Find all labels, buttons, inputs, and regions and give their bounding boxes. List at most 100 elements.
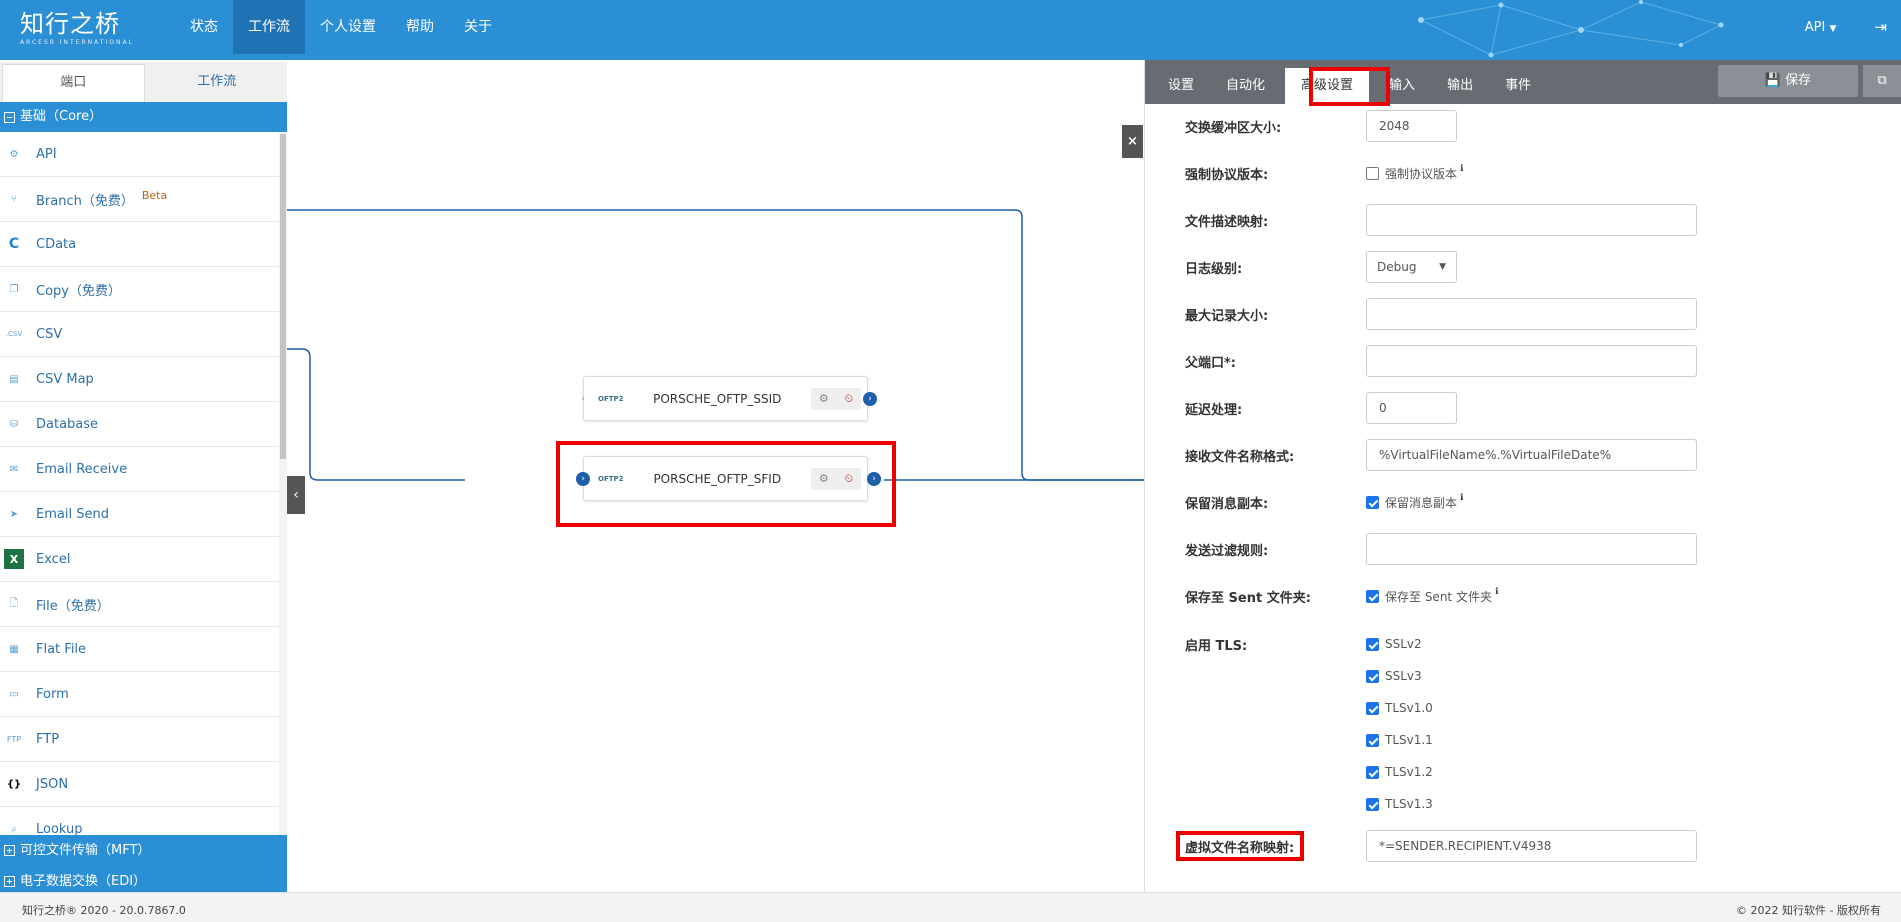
connector-cdata[interactable]: C CData	[0, 222, 279, 267]
footer-copyright: © 2022 知行软件 - 版权所有	[1736, 904, 1881, 917]
connector-label: Email Receive	[36, 461, 128, 477]
row-recv-name-fmt: 接收文件名称格式: %VirtualFileName%.%VirtualFile…	[1145, 435, 1901, 475]
connector-branch[interactable]: ⑂ Branch（免费） Beta	[0, 177, 279, 222]
row-save-sent: 保存至 Sent 文件夹: 保存至 Sent 文件夹 ℹ	[1145, 576, 1901, 616]
tab-workflows[interactable]: 工作流	[147, 62, 288, 102]
row-keep-copy: 保留消息副本: 保留消息副本 ℹ	[1145, 482, 1901, 522]
send-filter-input[interactable]	[1366, 533, 1697, 565]
tab-ports[interactable]: 端口	[2, 64, 145, 102]
tls-v11-checkbox[interactable]	[1366, 733, 1379, 747]
file-desc-map-input[interactable]	[1366, 204, 1697, 236]
connector-lookup[interactable]: ⌕ Lookup	[0, 807, 279, 836]
workflow-canvas[interactable]: OFTP2 PORSCHE_OFTP_SSID ⚙ ⏲ › › OFTP2 PO…	[287, 62, 1144, 892]
force-protocol-checkbox[interactable]	[1366, 166, 1379, 180]
parent-port-input[interactable]	[1366, 345, 1697, 377]
nav-profile[interactable]: 个人设置	[305, 0, 391, 54]
collapse-sidebar-button[interactable]: ‹	[287, 476, 305, 514]
virtual-name-map-input[interactable]: *=SENDER.RECIPIENT.V4938	[1366, 830, 1697, 862]
connector-database[interactable]: ⛁ Database	[0, 402, 279, 447]
checkbox-label: 强制协议版本	[1385, 166, 1458, 181]
tls-sslv2-checkbox[interactable]	[1366, 637, 1379, 651]
top-right-controls: API ▼ ⇥	[1805, 0, 1901, 54]
brand-logo[interactable]: 知行之桥 ARCESB INTERNATIONAL	[20, 10, 134, 46]
cdata-icon: C	[8, 236, 20, 252]
info-icon[interactable]: ℹ	[1495, 587, 1498, 597]
tls-sslv3-checkbox[interactable]	[1366, 669, 1379, 683]
connector-flat-file[interactable]: ▦ Flat File	[0, 627, 279, 672]
delay-input[interactable]: 0	[1366, 392, 1457, 424]
connector-excel[interactable]: X Excel	[0, 537, 279, 582]
save-sent-checkbox[interactable]	[1366, 589, 1379, 603]
node-actions: ⚙ ⏲	[811, 387, 861, 410]
row-force-protocol: 强制协议版本: 强制协议版本 ℹ	[1145, 153, 1901, 193]
selected-value: Debug	[1377, 260, 1417, 274]
user-menu[interactable]: API ▼	[1805, 20, 1837, 35]
connector-label: Excel	[36, 551, 71, 567]
connector-csv[interactable]: .CSV CSV	[0, 312, 279, 357]
max-record-input[interactable]	[1366, 298, 1697, 330]
connector-label: JSON	[36, 776, 69, 792]
connector-email-receive[interactable]: ✉ Email Receive	[0, 447, 279, 492]
branch-icon: ⑂	[11, 193, 17, 205]
caret-down-icon: ▼	[1829, 23, 1837, 34]
footer: 知行之桥® 2020 - 20.0.7867.0 © 2022 知行软件 - 版…	[0, 892, 1901, 922]
group-mft-label: 可控文件传输（MFT）	[20, 842, 151, 858]
workflow-node-ssid[interactable]: OFTP2 PORSCHE_OFTP_SSID ⚙ ⏲	[583, 376, 868, 421]
connector-copy[interactable]: ❐ Copy（免费）	[0, 267, 279, 312]
connector-api[interactable]: ⚙ API	[0, 132, 279, 177]
panel-tabs: 设置 自动化 高级设置 输入 输出 事件 💾 保存 ⧉	[1145, 60, 1901, 104]
info-icon[interactable]: ℹ	[1460, 493, 1463, 503]
logout-icon[interactable]: ⇥	[1874, 18, 1887, 36]
nav-about[interactable]: 关于	[449, 0, 507, 54]
user-menu-label: API	[1804, 19, 1826, 35]
tls-v13-checkbox[interactable]	[1366, 797, 1379, 811]
recv-name-fmt-input[interactable]: %VirtualFileName%.%VirtualFileDate%	[1366, 439, 1697, 471]
chevron-down-icon: ▼	[1439, 262, 1446, 272]
group-core-header[interactable]: 基础（Core）	[0, 102, 287, 132]
save-button[interactable]: 💾 保存	[1718, 65, 1858, 97]
input-port-ghost: ›	[581, 394, 585, 404]
keep-copy-checkbox[interactable]	[1366, 495, 1379, 509]
connector-ftp[interactable]: FTP FTP	[0, 717, 279, 762]
connector-label: Copy（免费）	[36, 283, 121, 299]
checkbox-label: TLSv1.1	[1385, 733, 1433, 747]
connector-json[interactable]: {} JSON	[0, 762, 279, 807]
log-level-select[interactable]: Debug ▼	[1366, 251, 1457, 283]
row-log-level: 日志级别: Debug ▼	[1145, 247, 1901, 287]
connector-csv-map[interactable]: ▤ CSV Map	[0, 357, 279, 402]
close-panel-button[interactable]: ×	[1122, 125, 1143, 158]
checkbox-label: TLSv1.0	[1385, 701, 1433, 715]
connector-label: Email Send	[36, 506, 109, 522]
connector-file[interactable]: 🗋 File（免费）	[0, 582, 279, 627]
tab-output[interactable]: 输出	[1431, 68, 1489, 104]
nav-help[interactable]: 帮助	[391, 0, 449, 54]
nav-status[interactable]: 状态	[175, 0, 233, 54]
buffer-size-input[interactable]: 2048	[1366, 110, 1457, 142]
nav-workflow[interactable]: 工作流	[233, 0, 305, 54]
info-icon[interactable]: ℹ	[1460, 164, 1463, 174]
field-label: 交换缓冲区大小:	[1185, 120, 1282, 136]
connector-label: CSV	[36, 326, 63, 342]
tab-events[interactable]: 事件	[1489, 68, 1547, 104]
field-label: 接收文件名称格式:	[1185, 449, 1295, 465]
main-nav: 状态 工作流 个人设置 帮助 关于	[175, 0, 507, 60]
csv-map-icon: ▤	[9, 373, 19, 385]
row-tls-v13: TLSv1.3	[1145, 784, 1901, 824]
connector-email-send[interactable]: ➤ Email Send	[0, 492, 279, 537]
tls-v10-checkbox[interactable]	[1366, 701, 1379, 715]
network-decoration	[1418, 0, 1724, 58]
gear-icon[interactable]: ⚙	[819, 392, 829, 405]
group-mft-header[interactable]: 可控文件传输（MFT）	[0, 835, 287, 866]
connector-form[interactable]: ▭ Form	[0, 672, 279, 717]
open-external-button[interactable]: ⧉	[1863, 65, 1901, 97]
tab-settings[interactable]: 设置	[1152, 68, 1210, 104]
tab-automation[interactable]: 自动化	[1210, 68, 1281, 104]
tls-v12-checkbox[interactable]	[1366, 765, 1379, 779]
sidebar-scrollbar-thumb[interactable]	[280, 134, 286, 459]
field-label: 强制协议版本:	[1185, 167, 1269, 183]
output-port[interactable]: ›	[863, 392, 877, 406]
row-parent-port: 父端口*:	[1145, 341, 1901, 381]
database-icon: ⛁	[9, 418, 19, 430]
csv-icon: .CSV	[5, 330, 23, 338]
clock-icon[interactable]: ⏲	[845, 392, 854, 406]
